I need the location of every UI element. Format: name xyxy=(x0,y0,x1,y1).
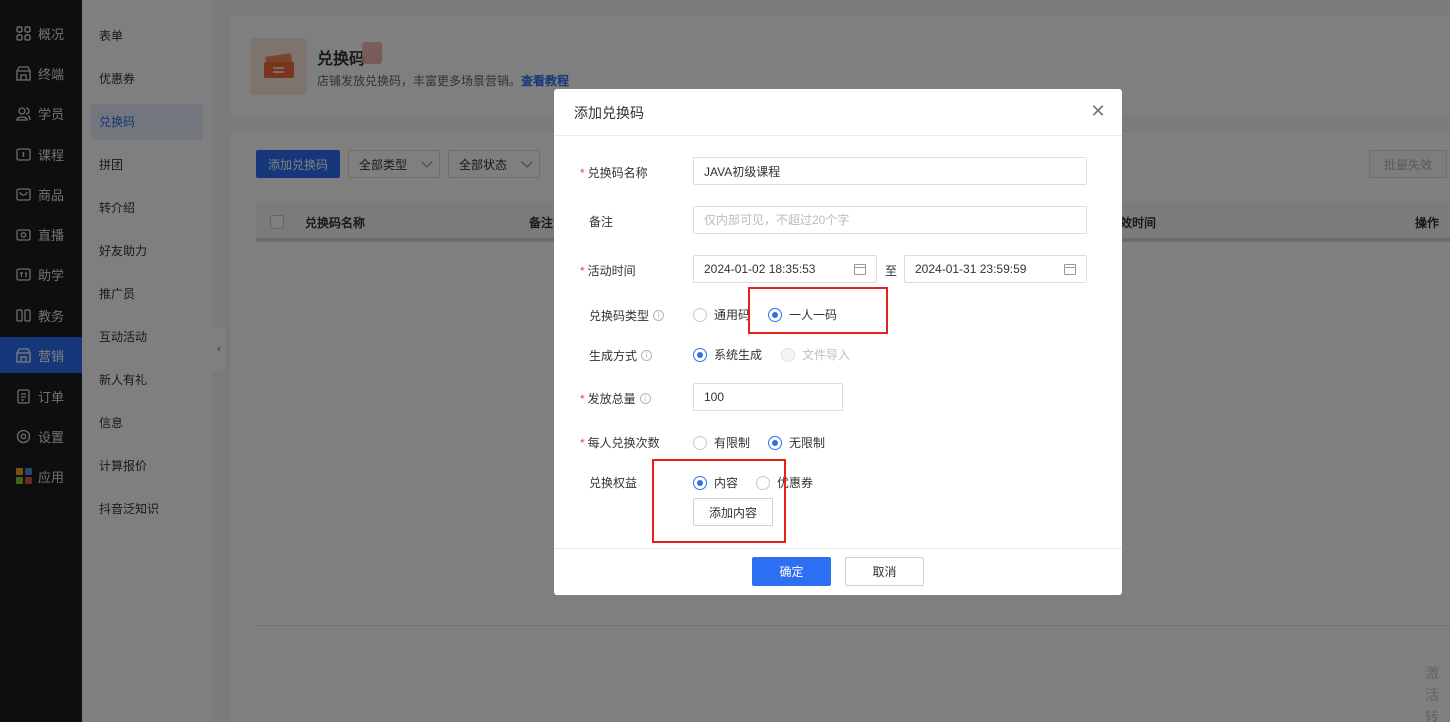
radio-circle xyxy=(693,307,707,322)
dialog-header: 添加兑换码 ✕ xyxy=(554,89,1122,136)
total-input[interactable] xyxy=(693,383,843,411)
radio-circle xyxy=(693,347,707,362)
highlight-box-code-type xyxy=(748,287,888,334)
close-icon[interactable]: ✕ xyxy=(1088,101,1108,121)
code-type-label: 兑换码类型 i xyxy=(589,307,665,324)
end-time-picker[interactable]: 2024-01-31 23:59:59 xyxy=(904,255,1087,283)
generation-label: 生成方式 i xyxy=(589,347,653,364)
time-label: * 活动时间 xyxy=(580,262,636,279)
generation-label-text: 生成方式 xyxy=(589,349,638,363)
radio-system-generate[interactable]: 系统生成 xyxy=(693,346,762,363)
remark-label: 备注 xyxy=(589,215,614,229)
code-type-label-text: 兑换码类型 xyxy=(589,309,650,323)
required-mark: * xyxy=(580,263,585,278)
highlight-box-benefit xyxy=(652,459,786,543)
start-time-value: 2024-01-02 18:35:53 xyxy=(704,262,816,276)
total-label: * 发放总量 i xyxy=(580,390,651,407)
benefit-label: 兑换权益 xyxy=(589,476,638,490)
cancel-button[interactable]: 取消 xyxy=(845,557,924,586)
radio-label: 文件导入 xyxy=(802,348,851,362)
info-icon[interactable]: i xyxy=(653,310,665,321)
calendar-icon xyxy=(854,264,866,275)
radio-limited[interactable]: 有限制 xyxy=(693,434,750,451)
info-icon[interactable]: i xyxy=(641,350,653,361)
start-time-picker[interactable]: 2024-01-02 18:35:53 xyxy=(693,255,877,283)
name-input[interactable] xyxy=(693,157,1087,185)
dialog-footer-divider xyxy=(554,548,1122,549)
radio-unlimited[interactable]: 无限制 xyxy=(768,434,825,451)
add-redeem-code-dialog: 添加兑换码 ✕ *兑换码名称 备注 *活动时间 2024-01-02 18:35… xyxy=(554,89,1122,595)
required-mark: * xyxy=(580,165,585,180)
radio-circle xyxy=(768,435,782,450)
radio-label: 系统生成 xyxy=(714,348,763,362)
radio-label: 通用码 xyxy=(714,308,751,322)
calendar-icon xyxy=(1064,264,1076,275)
per-person-limit-label-text: 每人兑换次数 xyxy=(587,436,660,450)
required-mark: * xyxy=(580,391,585,406)
confirm-button[interactable]: 确定 xyxy=(752,557,831,586)
name-label-text: 兑换码名称 xyxy=(587,166,648,180)
end-time-value: 2024-01-31 23:59:59 xyxy=(915,262,1027,276)
radio-label: 有限制 xyxy=(714,436,751,450)
time-separator: 至 xyxy=(885,264,898,278)
dialog-title: 添加兑换码 xyxy=(574,105,644,121)
info-icon[interactable]: i xyxy=(639,393,651,404)
required-mark: * xyxy=(580,435,585,450)
radio-generic-code[interactable]: 通用码 xyxy=(693,306,750,323)
radio-circle xyxy=(781,347,795,362)
radio-label: 无限制 xyxy=(789,436,826,450)
radio-file-import[interactable]: 文件导入 xyxy=(781,346,850,363)
per-person-limit-label: * 每人兑换次数 xyxy=(580,434,660,451)
total-label-text: 发放总量 xyxy=(587,392,636,406)
radio-circle xyxy=(693,435,707,450)
remark-input[interactable] xyxy=(693,206,1087,234)
time-label-text: 活动时间 xyxy=(587,264,636,278)
name-label: * 兑换码名称 xyxy=(580,164,648,181)
